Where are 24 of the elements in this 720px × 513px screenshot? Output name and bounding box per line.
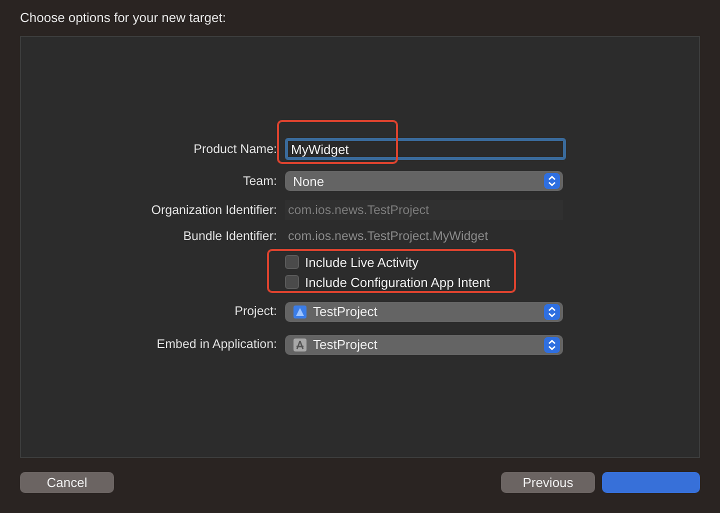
popup-button[interactable]: TestProject bbox=[285, 302, 563, 322]
field-label: Organization Identifier: bbox=[150, 202, 277, 219]
text-field[interactable]: com.ios.news.TestProject bbox=[285, 200, 563, 220]
field-label: Bundle Identifier: bbox=[182, 228, 277, 245]
app-icon bbox=[293, 338, 307, 352]
text-field[interactable]: MyWidget bbox=[285, 138, 566, 160]
dialog-title: Choose options for your new target: bbox=[20, 10, 227, 26]
checkbox[interactable] bbox=[285, 275, 299, 289]
field-label: Team: bbox=[242, 173, 277, 190]
stepper-icon bbox=[544, 336, 560, 352]
popup-button[interactable]: None bbox=[285, 171, 563, 191]
checkbox[interactable] bbox=[285, 255, 299, 269]
checkbox-label[interactable]: Include Configuration App Intent bbox=[305, 274, 490, 290]
popup-button[interactable]: TestProject bbox=[285, 334, 563, 354]
stepper-icon bbox=[544, 173, 560, 189]
dialog-button[interactable]: Previous bbox=[501, 472, 595, 493]
stepper-icon bbox=[544, 304, 560, 320]
project-icon bbox=[293, 304, 307, 318]
identifier-text: com.ios.news.TestProject.MyWidget bbox=[287, 229, 490, 243]
field-label: Product Name: bbox=[192, 141, 277, 158]
field-label: Embed in Application: bbox=[156, 336, 277, 353]
dialog-button[interactable]: Cancel bbox=[20, 472, 114, 493]
field-label: Project: bbox=[234, 303, 277, 320]
checkbox-label[interactable]: Include Live Activity bbox=[305, 254, 418, 270]
